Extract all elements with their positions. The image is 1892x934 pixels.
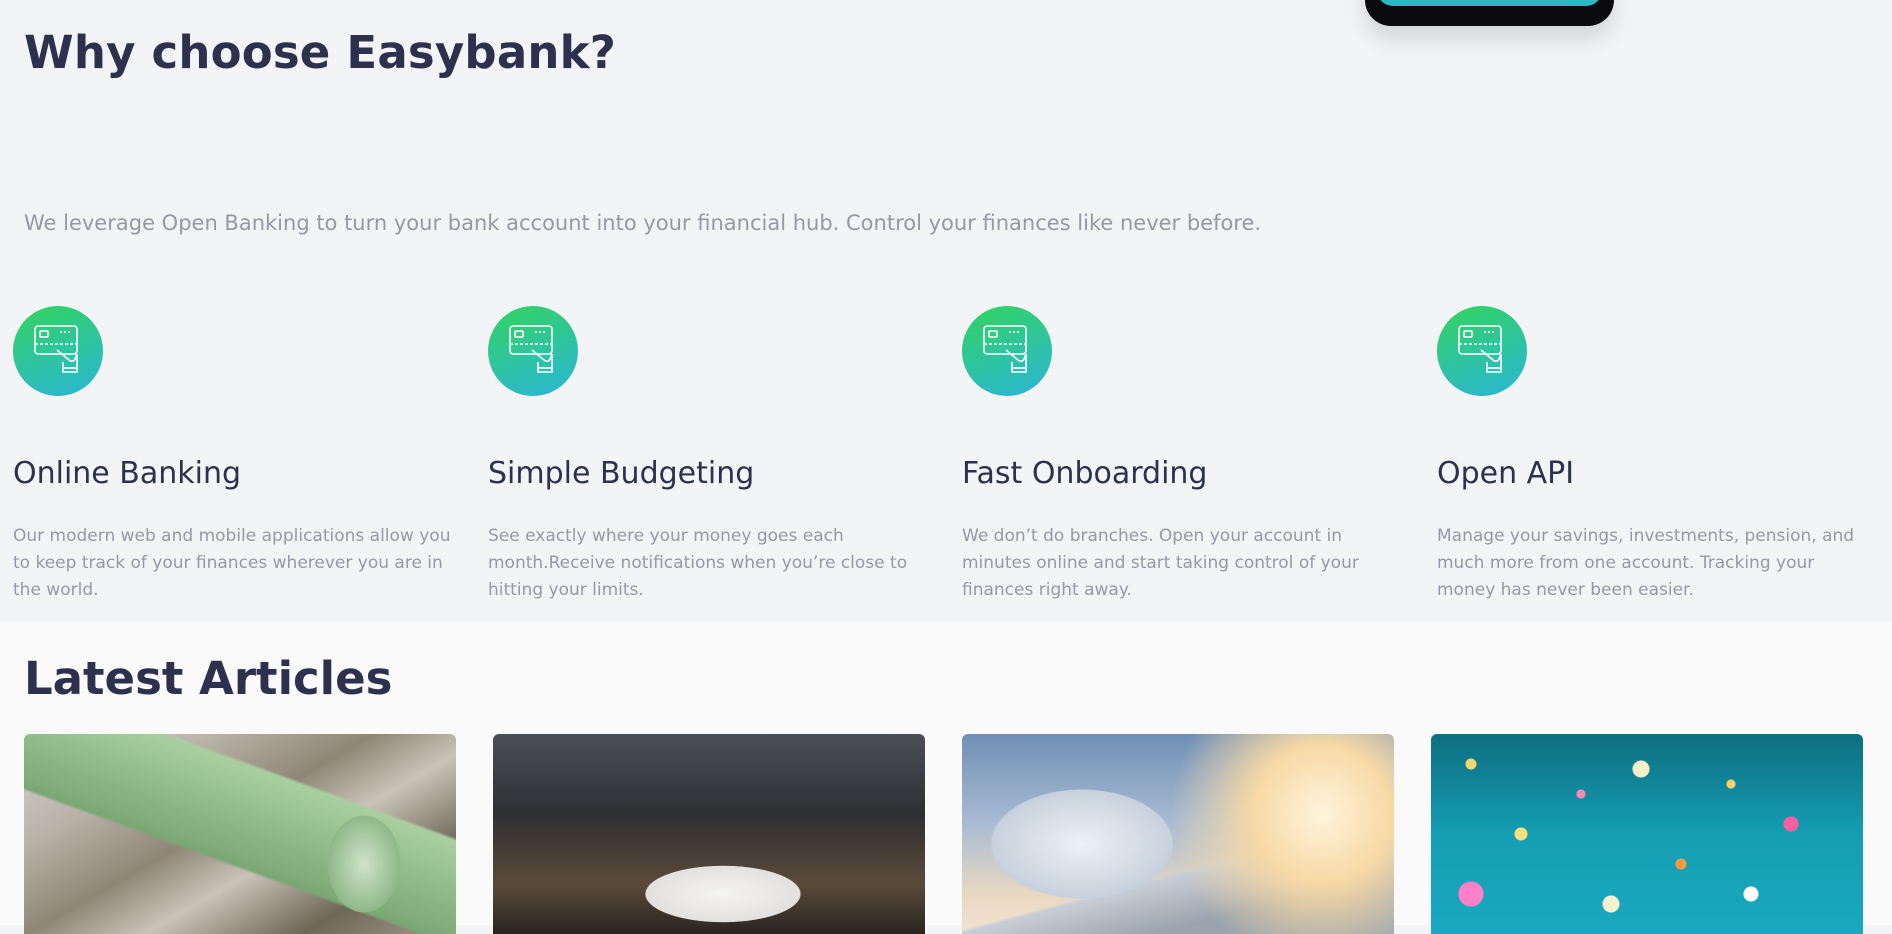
article-image-restaurant[interactable] (493, 734, 925, 934)
feature-title: Online Banking (13, 456, 242, 491)
credit-card-hand-icon (1437, 306, 1527, 396)
feature-title: Simple Budgeting (488, 456, 755, 491)
credit-card-hand-icon (13, 306, 103, 396)
phone-screen (1377, 0, 1602, 6)
article-image-money[interactable] (24, 734, 456, 934)
feature-description: See exactly where your money goes each m… (488, 526, 908, 600)
feature-description: We don’t do branches. Open your account … (962, 526, 1359, 600)
section-title: Latest Articles (24, 652, 393, 705)
section-title: Why choose Easybank? (24, 26, 617, 79)
article-image-confetti[interactable] (1431, 734, 1863, 934)
feature-description: Manage your savings, investments, pensio… (1437, 526, 1855, 600)
credit-card-hand-icon (962, 306, 1052, 396)
latest-articles-section: Latest Articles (0, 622, 1892, 934)
section-intro: We leverage Open Banking to turn your ba… (24, 211, 1262, 235)
credit-card-hand-icon (488, 306, 578, 396)
article-image-airplane[interactable] (962, 734, 1394, 934)
feature-title: Fast Onboarding (962, 456, 1208, 491)
why-choose-section: Why choose Easybank? We leverage Open Ba… (0, 0, 1892, 622)
phone-mockup-image (1365, 0, 1614, 26)
feature-title: Open API (1437, 456, 1575, 491)
feature-description: Our modern web and mobile applications a… (13, 526, 451, 600)
